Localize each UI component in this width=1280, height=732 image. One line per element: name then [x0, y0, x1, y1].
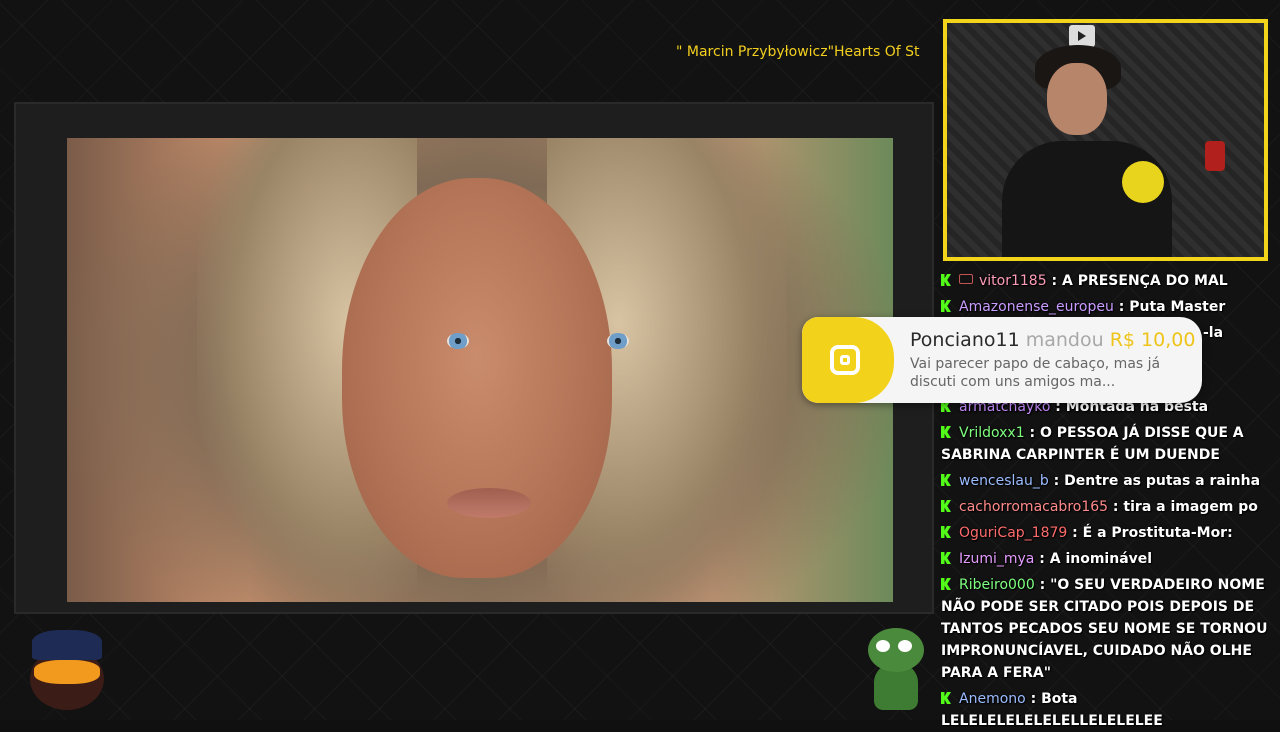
chat-message: Anemono : Bota LELELELELELELELLELELELEE [941, 691, 1163, 729]
streamer-face [1047, 63, 1107, 135]
chat-username: wenceslau_b [959, 473, 1049, 489]
chat-username: vitor1185 [979, 273, 1047, 289]
donation-alert: Ponciano11 mandou R$ 10,00 Vai parecer p… [802, 317, 1202, 403]
chat-message: Izumi_mya : A inominável [941, 548, 1269, 570]
chat-username: Amazonense_europeu [959, 299, 1114, 315]
chat-text: É a Prostituta-Mor: [1082, 525, 1233, 541]
pepe-emote [864, 628, 926, 710]
donor-name: Ponciano11 [910, 329, 1020, 351]
chat-text: tira a imagem po [1123, 499, 1258, 515]
kick-icon [941, 526, 951, 538]
chat-message: Amazonense_europeu : Puta Master [941, 296, 1269, 318]
youtube-play-icon [1069, 25, 1095, 47]
chat-username: cachorromacabro165 [959, 499, 1109, 515]
kick-icon [941, 274, 951, 286]
subscriber-badge-icon [959, 274, 973, 284]
chat-text: A inominável [1049, 551, 1153, 567]
image-face [342, 178, 612, 578]
mascot-band [34, 660, 100, 684]
chat-message: OguriCap_1879 : É a Prostituta-Mor: [941, 522, 1269, 544]
kick-icon [941, 578, 951, 590]
chat-message: cachorromacabro165 : tira a imagem po [941, 496, 1269, 518]
kick-icon [941, 552, 951, 564]
kick-icon [941, 300, 951, 312]
pepe-eye-left [876, 640, 890, 652]
kick-icon [941, 692, 951, 704]
image-lips [447, 488, 531, 518]
chat-message: Ribeiro000 : "O SEU VERDADEIRO NOME NÃO … [941, 577, 1268, 681]
chat-message: wenceslau_b : Dentre as putas a rainha [941, 470, 1269, 492]
chat-username: Ribeiro000 [959, 577, 1035, 593]
chat-username: Vrildoxx1 [959, 425, 1025, 441]
kick-icon [941, 474, 951, 486]
chat-message: vitor1185 : A PRESENÇA DO MAL [941, 270, 1269, 292]
pepe-head [868, 628, 924, 672]
webcam-overlay [943, 19, 1268, 261]
donation-logo-icon [830, 345, 860, 375]
shared-image [67, 138, 893, 602]
chat-text: A PRESENÇA DO MAL [1061, 273, 1228, 289]
chat-text: -la [1203, 325, 1224, 341]
chat-message-partial: -la [1203, 322, 1263, 344]
red-object [1205, 141, 1225, 171]
image-eye-right [607, 333, 629, 349]
donation-message: Vai parecer papo de cabaço, mas já discu… [910, 356, 1161, 390]
chat-text: Puta Master [1129, 299, 1226, 315]
chat-username: Anemono [959, 691, 1026, 707]
chat-message: Vrildoxx1 : O PESSOA JÁ DISSE QUE A SABR… [941, 425, 1244, 463]
mascot-cap [32, 630, 102, 660]
chat-text: Dentre as putas a rainha [1064, 473, 1261, 489]
donation-header: Ponciano11 mandou R$ 10,00 [910, 329, 1195, 351]
now-playing-ticker: " Marcin Przybyłowicz"Hearts Of St [676, 44, 920, 60]
kick-icon [941, 500, 951, 512]
microphone-icon [1122, 161, 1164, 203]
pepe-eye-right [898, 640, 912, 652]
donation-verb: mandou [1025, 329, 1104, 351]
kick-icon [941, 426, 951, 438]
donation-amount: R$ 10,00 [1109, 329, 1196, 351]
chat-username: OguriCap_1879 [959, 525, 1068, 541]
chat-username: Izumi_mya [959, 551, 1035, 567]
mascot-emote [24, 626, 108, 710]
image-eye-left [447, 333, 469, 349]
